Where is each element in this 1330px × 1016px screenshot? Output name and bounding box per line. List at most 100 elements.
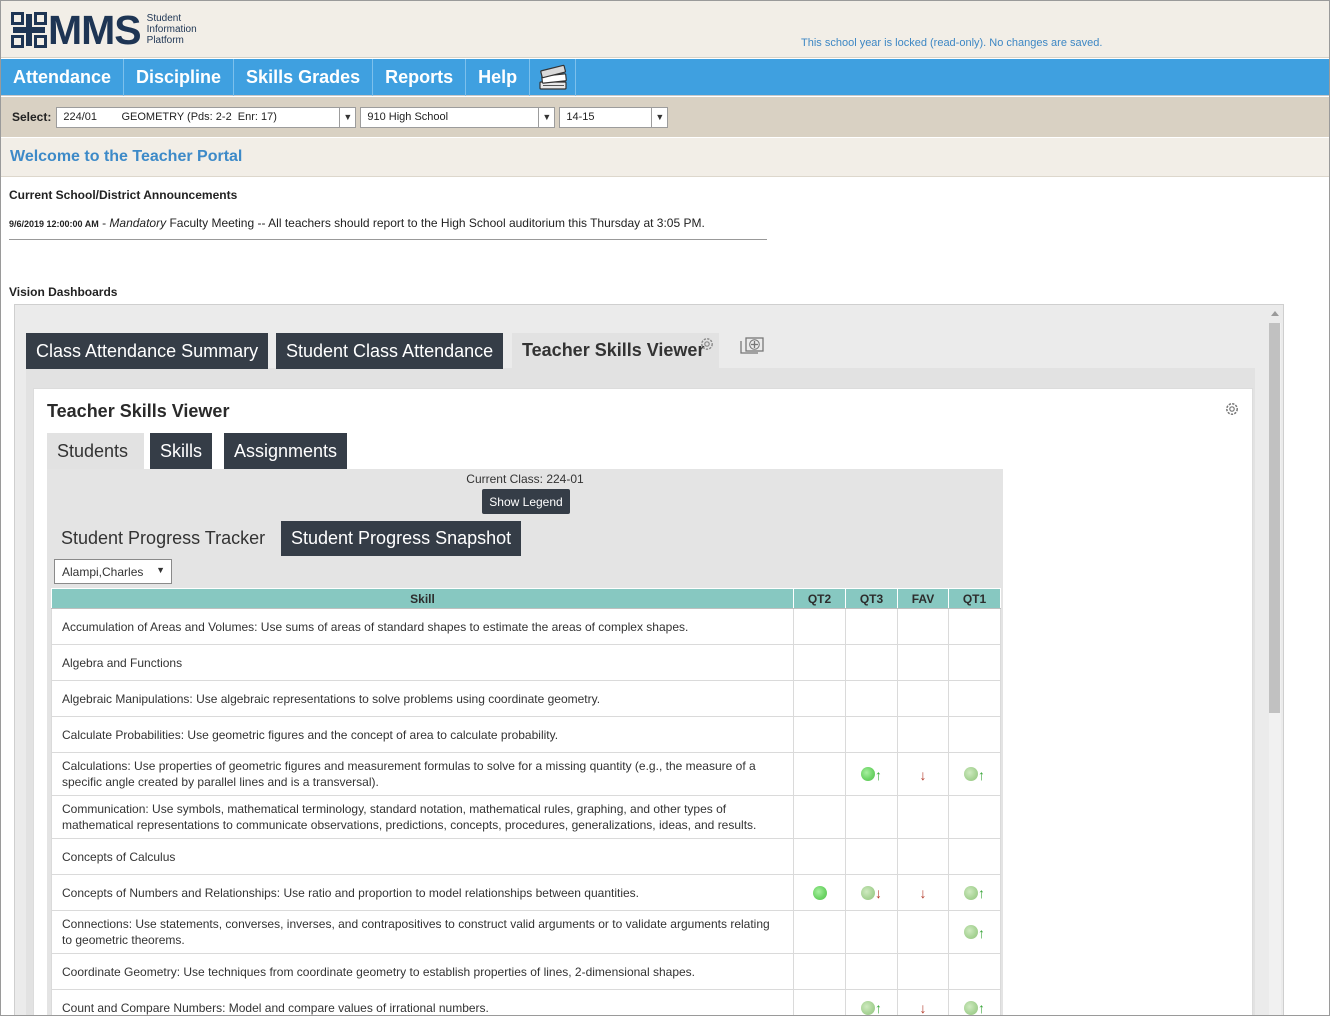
main-nav: Attendance Discipline Skills Grades Repo… — [1, 59, 1329, 96]
skill-mark-cell[interactable]: ↓ — [845, 874, 898, 911]
nav-resources[interactable] — [530, 59, 577, 96]
skill-mark-cell[interactable]: ↓ — [897, 874, 949, 911]
skill-mark-cell — [845, 838, 898, 875]
mastery-dot-icon — [964, 767, 978, 782]
skill-mark-cell — [845, 680, 898, 717]
select-bar: Select: 224/01 GEOMETRY (Pds: 2-2 Enr: 1… — [1, 97, 1329, 137]
tab-skills[interactable]: Skills — [150, 433, 213, 469]
show-legend-button[interactable]: Show Legend — [482, 489, 570, 514]
class-select-value: 224/01 GEOMETRY (Pds: 2-2 Enr: 17) — [63, 111, 277, 123]
scroll-up-arrow[interactable] — [1271, 311, 1279, 316]
skill-mark-cell[interactable]: ↓ — [897, 752, 949, 796]
nav-help[interactable]: Help — [466, 59, 531, 96]
skill-name-cell: Concepts of Numbers and Relationships: U… — [51, 874, 794, 911]
skill-mark-cell — [897, 953, 949, 990]
arrow-down-icon: ↓ — [919, 999, 927, 1016]
mastery-dot-icon — [964, 885, 978, 900]
skill-name-cell: Concepts of Calculus — [51, 838, 794, 875]
skill-name-cell: Algebraic Manipulations: Use algebraic r… — [51, 680, 794, 717]
logo[interactable]: MMS Student Information Platform — [11, 7, 197, 53]
skill-mark-cell — [948, 644, 1001, 681]
skill-mark-cell[interactable]: ↑ — [845, 989, 898, 1015]
chevron-down-icon: ▼ — [339, 107, 356, 127]
skill-mark-cell — [845, 953, 898, 990]
nav-reports[interactable]: Reports — [373, 59, 467, 96]
logo-sub-line-3: Platform — [146, 34, 184, 46]
locked-year-message: This school year is locked (read-only). … — [801, 37, 1103, 49]
skill-mark-cell[interactable]: ↑ — [948, 989, 1001, 1015]
skill-mark-cell[interactable]: ↑ — [948, 910, 1001, 954]
scrollbar-thumb[interactable] — [1269, 323, 1280, 713]
tab-assignments[interactable]: Assignments — [224, 433, 348, 469]
tab-teacher-skills-viewer[interactable]: Teacher Skills Viewer — [512, 333, 719, 368]
skill-mark-cell — [845, 644, 898, 681]
column-header-fav[interactable]: FAV — [897, 588, 949, 609]
arrow-down-icon: ↓ — [919, 766, 927, 783]
students-tab-content: Current Class: 224-01 Show Legend Studen… — [47, 469, 1003, 1016]
student-select[interactable]: Alampi,Charles ▼ — [54, 559, 172, 584]
skill-mark-cell[interactable]: ↑ — [948, 874, 1001, 911]
gear-icon[interactable] — [699, 336, 715, 352]
class-select[interactable]: 224/01 GEOMETRY (Pds: 2-2 Enr: 17) ▼ — [56, 106, 357, 128]
welcome-bar: Welcome to the Teacher Portal — [1, 138, 1329, 177]
gear-icon[interactable] — [1224, 401, 1240, 417]
mastery-dot-icon — [964, 1000, 978, 1015]
app-window: MMS Student Information Platform This sc… — [0, 0, 1330, 1016]
nav-attendance[interactable]: Attendance — [1, 59, 125, 96]
year-select[interactable]: 14-15 ▼ — [559, 106, 669, 128]
mastery-dot-icon — [861, 885, 875, 900]
tab-students[interactable]: Students — [47, 433, 144, 469]
announcement-divider — [9, 239, 767, 240]
announcement-text: Faculty Meeting -- All teachers should r… — [166, 216, 705, 230]
skill-name-cell: Coordinate Geometry: Use techniques from… — [51, 953, 794, 990]
skill-mark-cell[interactable]: ↑ — [948, 752, 1001, 796]
logo-subtitle: Student Information Platform — [147, 13, 197, 46]
nav-skills-grades[interactable]: Skills Grades — [234, 59, 374, 96]
announcement-date: 9/6/2019 12:00:00 AM — [9, 219, 99, 229]
skill-mark-cell — [897, 608, 949, 645]
column-header-qt2[interactable]: QT2 — [793, 588, 846, 609]
skill-mark-cell — [793, 680, 846, 717]
skill-mark-cell — [897, 644, 949, 681]
skill-mark-cell[interactable]: ↓ — [897, 989, 949, 1016]
tab-student-class-attendance[interactable]: Student Class Attendance — [276, 333, 504, 369]
skill-mark-cell — [897, 838, 949, 875]
tab-student-progress-tracker[interactable]: Student Progress Tracker — [51, 521, 275, 556]
current-class-label: Current Class: 224-01 — [466, 472, 584, 486]
select-label: Select: — [12, 110, 52, 124]
skill-mark-cell — [793, 838, 846, 875]
skill-mark-cell[interactable]: ↑ — [845, 752, 898, 796]
skills-table: Skill QT2 QT3 FAV QT1 Accumulation of Ar… — [51, 588, 1001, 1016]
skill-mark-cell — [793, 608, 846, 645]
skill-mark-cell[interactable] — [793, 874, 846, 911]
year-select-value: 14-15 — [566, 111, 595, 123]
announcement-item: 9/6/2019 12:00:00 AM - Mandatory Faculty… — [9, 216, 705, 230]
skill-name-cell: Communication: Use symbols, mathematical… — [51, 795, 794, 839]
skill-mark-cell — [793, 716, 846, 753]
table-row: Algebra and Functions — [51, 644, 1001, 681]
skill-mark-cell — [845, 608, 898, 645]
skill-mark-cell — [845, 716, 898, 753]
logo-text: MMS — [48, 7, 142, 53]
announcement-emphasis: Mandatory — [109, 216, 167, 230]
panel-title: Teacher Skills Viewer — [47, 401, 230, 421]
table-row: Calculations: Use properties of geometri… — [51, 752, 1001, 796]
student-select-value: Alampi,Charles — [62, 564, 144, 579]
table-row: Connections: Use statements, converses, … — [51, 910, 1001, 954]
skill-name-cell: Calculations: Use properties of geometri… — [51, 752, 794, 796]
add-dashboard-icon[interactable] — [739, 335, 765, 355]
tab-class-attendance-summary[interactable]: Class Attendance Summary — [26, 333, 269, 369]
column-header-qt3[interactable]: QT3 — [845, 588, 898, 609]
nav-discipline[interactable]: Discipline — [124, 59, 235, 96]
tab-student-progress-snapshot[interactable]: Student Progress Snapshot — [281, 521, 522, 556]
welcome-title: Welcome to the Teacher Portal — [10, 148, 243, 165]
table-row: Concepts of Numbers and Relationships: U… — [51, 874, 1001, 911]
logo-cross-icon — [11, 12, 47, 48]
column-header-skill[interactable]: Skill — [51, 588, 794, 609]
skill-mark-cell — [845, 910, 898, 954]
school-select[interactable]: 910 High School ▼ — [360, 106, 556, 128]
announcement-separator: - — [98, 216, 110, 230]
column-header-qt1[interactable]: QT1 — [948, 588, 1001, 609]
skill-mark-cell — [948, 680, 1001, 717]
skill-mark-cell — [793, 989, 846, 1015]
